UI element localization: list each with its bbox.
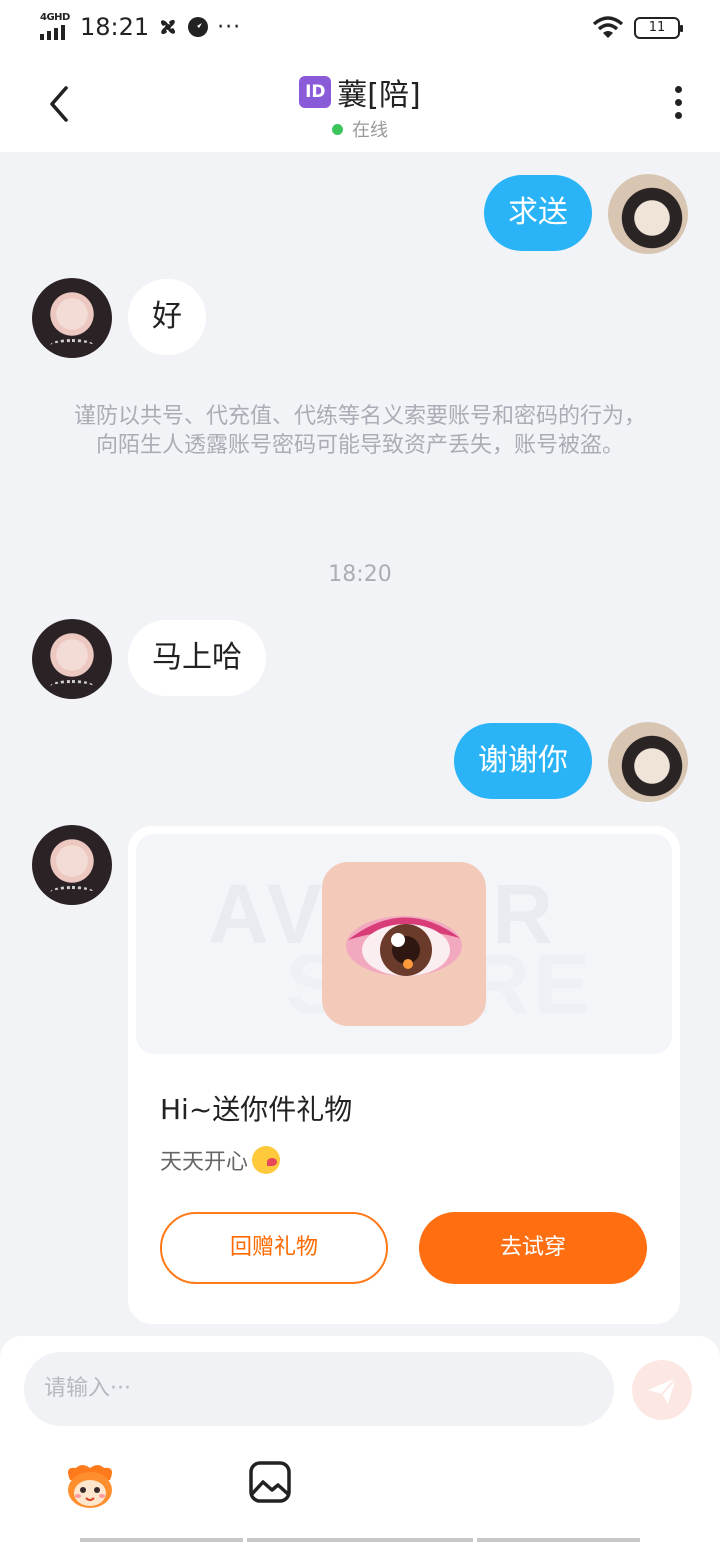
battery-level: 11 — [648, 20, 666, 35]
gift-eye-image — [322, 862, 486, 1026]
contact-avatar[interactable] — [32, 825, 112, 905]
gift-card-banner: AVATAR STORE — [136, 834, 672, 1054]
contact-avatar[interactable] — [32, 619, 112, 699]
battery-icon: 11 — [634, 17, 683, 39]
return-gift-button[interactable]: 回赠礼物 — [160, 1212, 388, 1284]
status-right: 11 — [592, 16, 683, 40]
status-bar: 4GHD 18:21 ··· 11 — [0, 0, 720, 56]
wifi-icon — [592, 16, 624, 38]
contact-name: 蘘[陪] — [337, 78, 421, 113]
security-warning: 谨防以共号、代充值、代练等名义索要账号和密码的行为，向陌生人透露账号密码可能导致… — [73, 404, 646, 458]
composer: 请输入··· — [0, 1336, 720, 1544]
image-icon[interactable] — [248, 1460, 292, 1504]
notification-dots: ··· — [217, 14, 242, 40]
home-indicator — [247, 1538, 473, 1542]
network-type: 4GHD — [40, 12, 70, 23]
signal-icon: 4GHD — [40, 12, 72, 42]
contact-avatar[interactable] — [32, 278, 112, 358]
clock: 18:21 — [80, 13, 150, 41]
my-avatar[interactable] — [608, 174, 688, 254]
message-input[interactable]: 请输入··· — [24, 1352, 614, 1426]
message-bubble-me[interactable]: 求送 — [484, 175, 592, 251]
status-left: 4GHD 18:21 ··· — [40, 12, 241, 42]
kiss-emoji-icon — [252, 1146, 281, 1174]
gift-card-title: Hi~送你件礼物 — [160, 1093, 353, 1126]
title-block: ID 蘘[陪] 在线 — [0, 70, 720, 142]
online-status: 在线 — [332, 116, 388, 142]
fan-icon — [161, 19, 176, 35]
try-on-button[interactable]: 去试穿 — [419, 1212, 647, 1284]
message-bubble-other[interactable]: 马上哈 — [128, 620, 266, 696]
message-bubble-other[interactable]: 好 — [128, 279, 206, 355]
gift-card-subtitle-text: 天天开心 — [160, 1150, 249, 1175]
gift-card[interactable]: AVATAR STORE Hi~送你件礼物 天天开心 回赠礼物 去试穿 — [128, 826, 680, 1324]
message-bubble-me[interactable]: 谢谢你 — [454, 723, 592, 799]
send-icon — [648, 1377, 677, 1404]
chat-header: ID 蘘[陪] 在线 — [0, 56, 720, 152]
online-dot-icon — [332, 123, 343, 135]
more-vertical-icon[interactable] — [672, 86, 684, 126]
home-indicator — [477, 1538, 640, 1542]
id-badge-icon: ID — [299, 76, 332, 108]
chat-title: ID 蘘[陪] — [299, 70, 421, 114]
emoji-mascot-icon[interactable] — [62, 1460, 118, 1510]
my-avatar[interactable] — [608, 722, 688, 802]
message-timestamp: 18:20 — [328, 562, 392, 587]
home-indicator — [80, 1538, 243, 1542]
send-button[interactable] — [632, 1360, 692, 1420]
gift-card-subtitle: 天天开心 — [160, 1144, 281, 1176]
online-status-label: 在线 — [352, 120, 388, 141]
compass-icon — [188, 17, 209, 37]
